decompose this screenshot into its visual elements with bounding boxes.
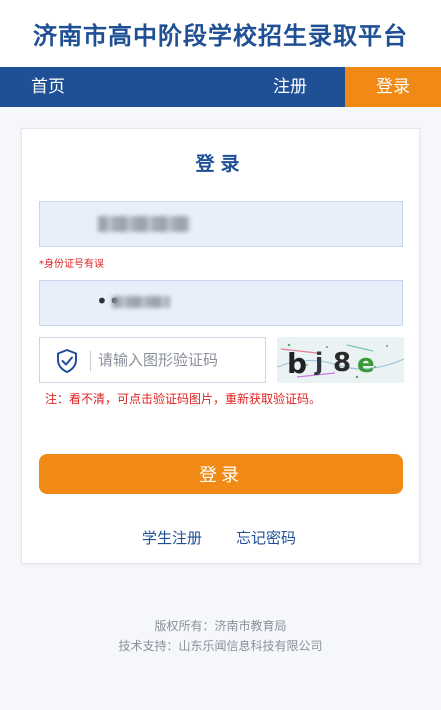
login-title: 登录	[195, 153, 246, 175]
nav-login[interactable]: 登录	[345, 67, 441, 107]
captcha-divider	[90, 351, 91, 371]
id-error-message: *身份证号有误	[39, 259, 104, 270]
forgot-password-link[interactable]: 忘记密码	[236, 527, 296, 548]
captcha-field[interactable]	[39, 337, 266, 383]
student-register-link[interactable]: 学生注册	[142, 527, 202, 548]
nav-home[interactable]: 首页	[16, 67, 80, 107]
captcha-input[interactable]	[98, 338, 258, 382]
site-title: 济南市高中阶段学校招生录取平台	[33, 22, 408, 50]
svg-text:j: j	[314, 348, 323, 376]
nav-register[interactable]: 注册	[258, 67, 322, 107]
site-header: 济南市高中阶段学校招生录取平台	[0, 0, 441, 67]
svg-text:b: b	[287, 347, 307, 380]
tech-support-text: 技术支持：山东乐闻信息科技有限公司	[118, 639, 323, 653]
captcha-image[interactable]: b j 8 e	[277, 337, 404, 383]
login-button[interactable]: 登录	[39, 454, 403, 494]
id-number-field[interactable]	[39, 201, 403, 247]
captcha-graphic: b j 8 e	[277, 337, 404, 383]
login-card: 登录 *身份证号有误 •• b j	[21, 128, 420, 564]
captcha-hint: 注：看不清，可点击验证码图片，重新获取验证码。	[45, 392, 322, 406]
svg-text:8: 8	[333, 348, 351, 378]
shield-check-icon	[57, 349, 77, 373]
blurred-password-value	[112, 296, 170, 308]
blurred-id-value	[98, 216, 190, 232]
copyright-text: 版权所有：济南市教育局	[154, 619, 287, 633]
page-footer: 版权所有：济南市教育局 技术支持：山东乐闻信息科技有限公司	[0, 616, 441, 656]
password-field[interactable]: ••	[39, 280, 403, 326]
nav-bar: 首页 注册 登录	[0, 67, 441, 107]
svg-text:e: e	[357, 349, 375, 379]
